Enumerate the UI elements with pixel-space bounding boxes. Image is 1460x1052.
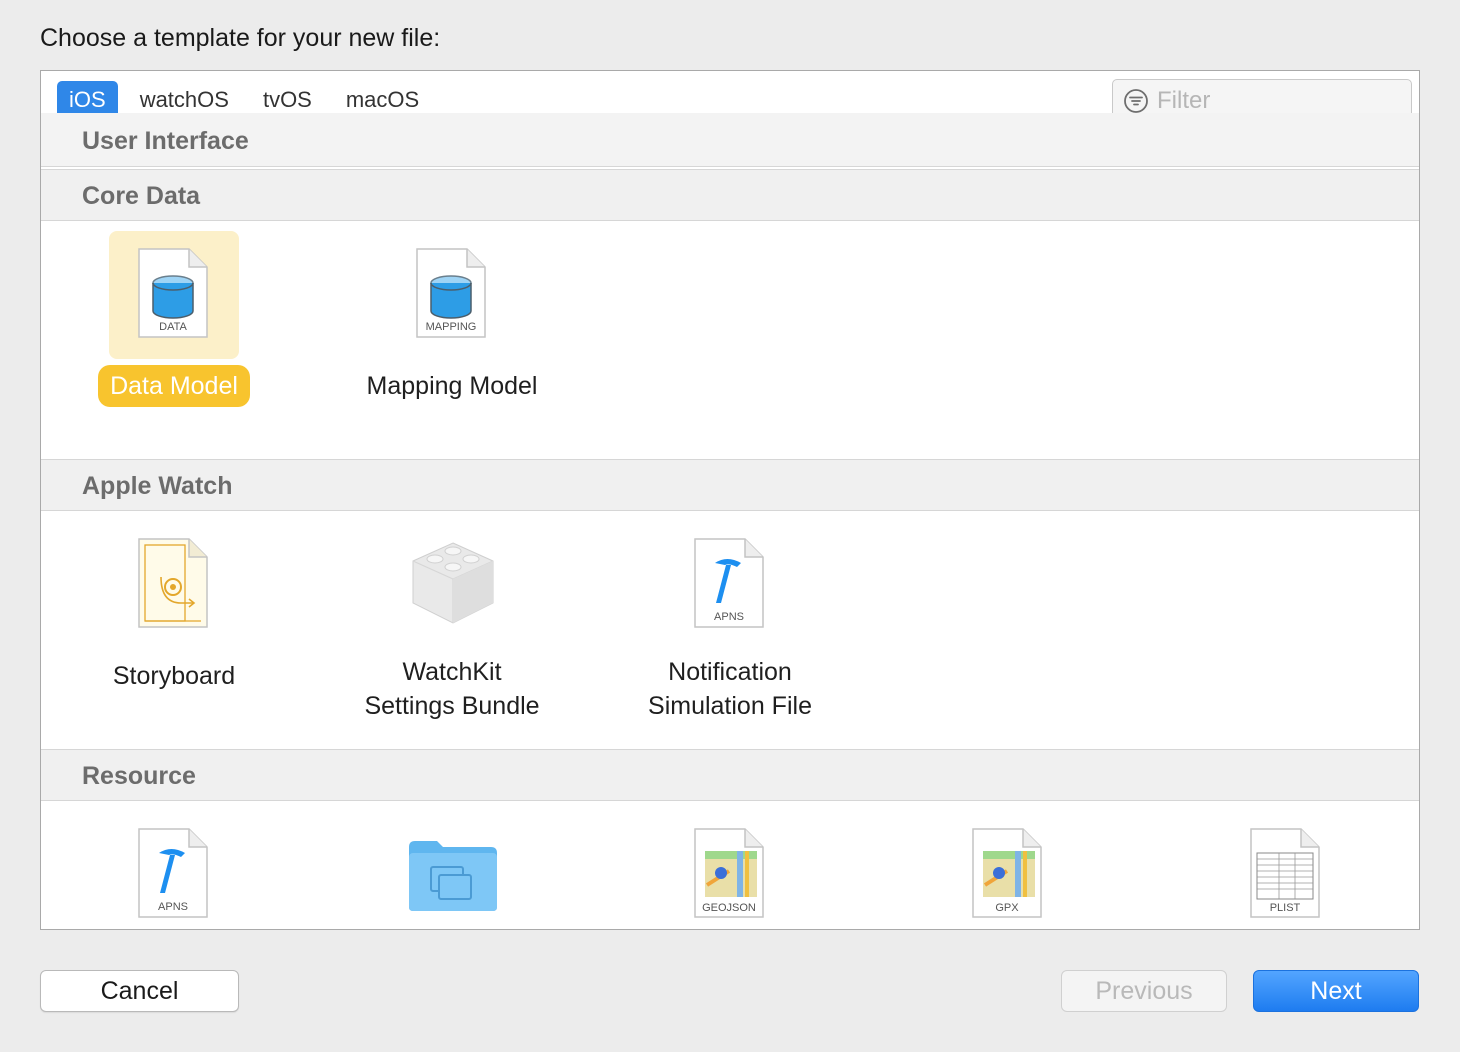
apns-icon: APNS bbox=[694, 538, 764, 628]
label-line: Settings Bundle bbox=[364, 692, 540, 720]
data-model-icon: DATA bbox=[138, 248, 208, 338]
section-title: Resource bbox=[82, 762, 196, 790]
settings-bundle-icon bbox=[412, 542, 494, 624]
section-header-apple-watch: Apple Watch bbox=[41, 459, 1419, 511]
badge-text: GPX bbox=[995, 902, 1019, 914]
icon-area: MAPPING bbox=[387, 231, 517, 359]
icon-area bbox=[387, 521, 517, 649]
badge-text: DATA bbox=[159, 321, 187, 333]
section-title: User Interface bbox=[82, 127, 249, 155]
filter-input[interactable] bbox=[1157, 87, 1397, 115]
section-header-core-data: Core Data bbox=[41, 169, 1419, 221]
filter-icon bbox=[1124, 89, 1148, 113]
template-resource-folder[interactable] bbox=[337, 811, 567, 929]
template-label: WatchKit Settings Bundle bbox=[352, 655, 551, 727]
storyboard-icon bbox=[138, 538, 208, 628]
section-header-resource: Resource bbox=[41, 749, 1419, 801]
template-storyboard[interactable]: Storyboard bbox=[59, 521, 289, 697]
label-line: Notification bbox=[668, 658, 792, 686]
template-label: Storyboard bbox=[112, 662, 236, 690]
section-header-user-interface: User Interface bbox=[41, 113, 1419, 167]
icon-highlight: DATA bbox=[109, 231, 239, 359]
cancel-button[interactable]: Cancel bbox=[40, 970, 239, 1012]
icon-area: APNS bbox=[109, 811, 239, 929]
template-resource-geojson[interactable]: GEOJSON bbox=[615, 811, 845, 929]
plist-document-icon: PLIST bbox=[1250, 828, 1320, 918]
apns-icon: APNS bbox=[138, 828, 208, 918]
icon-area bbox=[109, 521, 239, 649]
dialog-heading: Choose a template for your new file: bbox=[40, 24, 441, 52]
template-resource-gpx[interactable]: GPX bbox=[893, 811, 1123, 929]
icon-area bbox=[387, 811, 517, 929]
template-notification-simulation-file[interactable]: APNS Notification Simulation File bbox=[615, 521, 845, 727]
template-panel: iOS watchOS tvOS macOS User Interface Co… bbox=[40, 70, 1420, 930]
icon-area: GEOJSON bbox=[665, 811, 795, 929]
badge-text: APNS bbox=[158, 901, 188, 913]
template-resource-plist[interactable]: PLIST bbox=[1171, 811, 1401, 929]
icon-area: GPX bbox=[943, 811, 1073, 929]
template-label: Notification Simulation File bbox=[636, 655, 824, 727]
previous-button[interactable]: Previous bbox=[1061, 970, 1227, 1012]
folder-icon bbox=[409, 841, 497, 911]
template-resource-apns[interactable]: APNS bbox=[59, 811, 289, 929]
template-label: Mapping Model bbox=[366, 372, 538, 400]
map-document-icon: GPX bbox=[972, 828, 1042, 918]
badge-text: PLIST bbox=[1270, 902, 1301, 914]
section-title: Core Data bbox=[82, 182, 201, 210]
template-data-model[interactable]: DATA Data Model bbox=[59, 231, 289, 407]
label-line: Simulation File bbox=[648, 692, 812, 720]
template-mapping-model[interactable]: MAPPING Mapping Model bbox=[337, 231, 567, 407]
badge-text: MAPPING bbox=[426, 321, 477, 333]
mapping-model-icon: MAPPING bbox=[416, 248, 486, 338]
section-title: Apple Watch bbox=[82, 472, 233, 500]
icon-area: PLIST bbox=[1221, 811, 1351, 929]
label-line: WatchKit bbox=[402, 658, 502, 686]
badge-text: APNS bbox=[714, 611, 744, 623]
icon-area: APNS bbox=[665, 521, 795, 649]
template-label: Data Model bbox=[98, 365, 250, 407]
badge-text: GEOJSON bbox=[702, 902, 756, 914]
template-watchkit-settings-bundle[interactable]: WatchKit Settings Bundle bbox=[337, 521, 567, 727]
next-button[interactable]: Next bbox=[1253, 970, 1419, 1012]
map-document-icon: GEOJSON bbox=[694, 828, 764, 918]
